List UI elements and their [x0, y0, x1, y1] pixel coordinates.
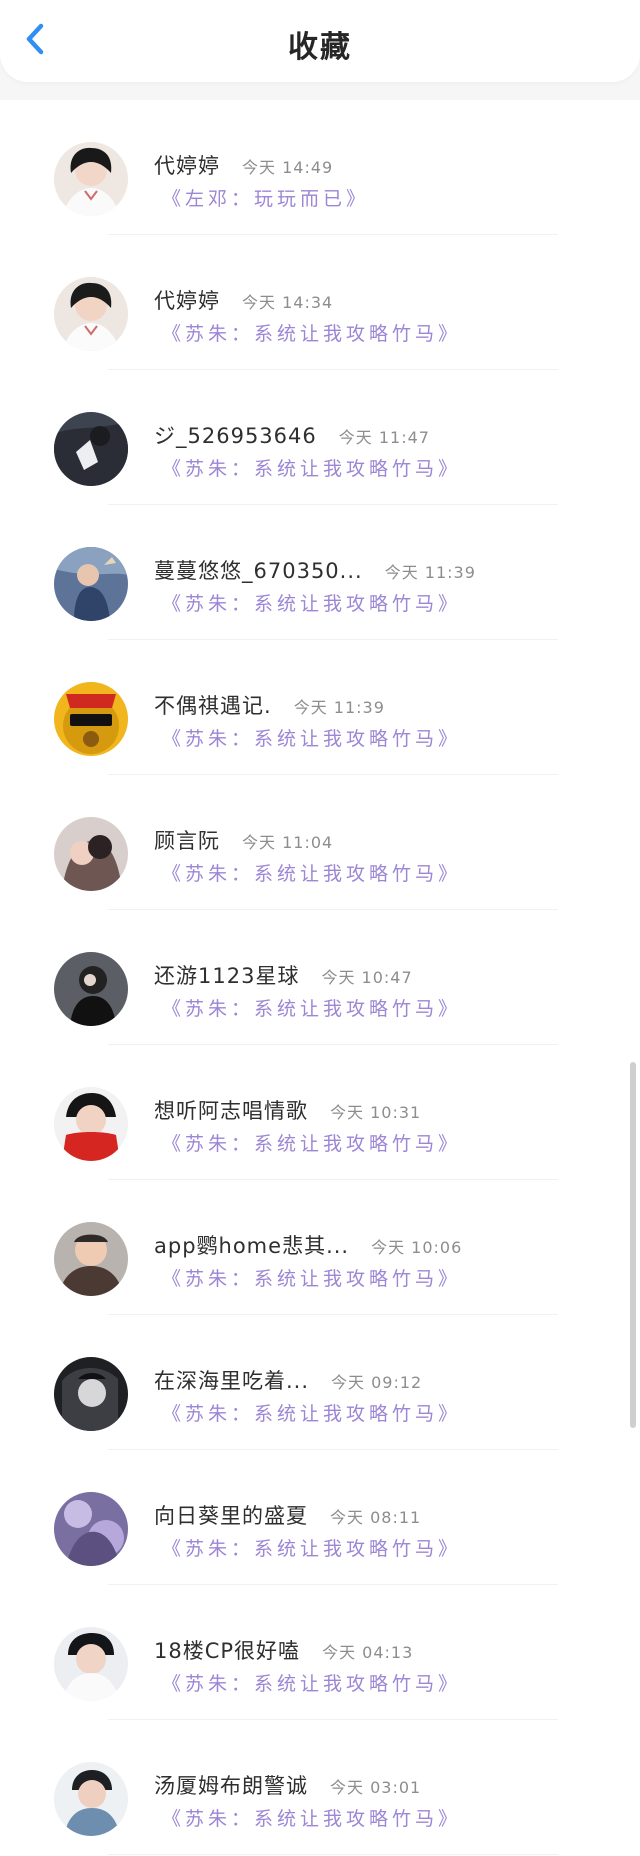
user-name: 汤厦姆布朗警诚 — [154, 1774, 308, 1798]
avatar[interactable] — [54, 1222, 128, 1296]
user-name: 在深海里吃着... — [154, 1369, 310, 1393]
avatar[interactable] — [54, 412, 128, 486]
timestamp: 今天 11:39 — [293, 698, 385, 717]
book-title[interactable]: 《苏朱：系统让我攻略竹马》 — [162, 454, 461, 481]
user-name: 向日葵里的盛夏 — [154, 1504, 308, 1528]
avatar[interactable] — [54, 1492, 128, 1566]
timestamp: 今天 14:34 — [242, 293, 334, 312]
list-item[interactable]: 18楼CP很好嗑 今天 04:13 《苏朱：系统让我攻略竹马》 — [0, 1585, 640, 1720]
book-title[interactable]: 《苏朱：系统让我攻略竹马》 — [162, 1804, 461, 1831]
list-item[interactable]: 还游1123星球 今天 10:47 《苏朱：系统让我攻略竹马》 — [0, 910, 640, 1045]
book-title[interactable]: 《苏朱：系统让我攻略竹马》 — [162, 589, 461, 616]
list-item[interactable]: 汤厦姆布朗警诚 今天 03:01 《苏朱：系统让我攻略竹马》 — [0, 1720, 640, 1855]
timestamp: 今天 04:13 — [322, 1643, 414, 1662]
avatar[interactable] — [54, 1762, 128, 1836]
avatar[interactable] — [54, 1357, 128, 1431]
list-item[interactable]: ジ_526953646 今天 11:47 《苏朱：系统让我攻略竹马》 — [0, 370, 640, 505]
book-title[interactable]: 《苏朱：系统让我攻略竹马》 — [162, 1669, 461, 1696]
favorites-list: 代婷婷 今天 14:49 《左邓：玩玩而已》 代婷婷 今天 14:34 《苏朱：… — [0, 100, 640, 1855]
user-name: 18楼CP很好嗑 — [154, 1639, 301, 1663]
user-name: 蔓蔓悠悠_670350... — [154, 559, 363, 583]
page-title: 收藏 — [288, 30, 352, 65]
list-item[interactable]: 代婷婷 今天 14:34 《苏朱：系统让我攻略竹马》 — [0, 235, 640, 370]
list-item[interactable]: 不偶祺遇记. 今天 11:39 《苏朱：系统让我攻略竹马》 — [0, 640, 640, 775]
user-name: app鹦home悲其... — [154, 1234, 350, 1258]
list-item[interactable]: 想听阿志唱情歌 今天 10:31 《苏朱：系统让我攻略竹马》 — [0, 1045, 640, 1180]
timestamp: 今天 08:11 — [330, 1508, 422, 1527]
timestamp: 今天 10:06 — [371, 1238, 463, 1257]
list-item[interactable]: 向日葵里的盛夏 今天 08:11 《苏朱：系统让我攻略竹马》 — [0, 1450, 640, 1585]
avatar[interactable] — [54, 682, 128, 756]
timestamp: 今天 11:47 — [338, 428, 430, 447]
header: 收藏 — [0, 0, 640, 82]
avatar[interactable] — [54, 547, 128, 621]
list-item[interactable]: 在深海里吃着... 今天 09:12 《苏朱：系统让我攻略竹马》 — [0, 1315, 640, 1450]
timestamp: 今天 11:39 — [384, 563, 476, 582]
user-name: 顾言阮 — [154, 829, 220, 853]
list-item[interactable]: 代婷婷 今天 14:49 《左邓：玩玩而已》 — [0, 100, 640, 235]
book-title[interactable]: 《苏朱：系统让我攻略竹马》 — [162, 319, 461, 346]
timestamp: 今天 14:49 — [242, 158, 334, 177]
book-title[interactable]: 《苏朱：系统让我攻略竹马》 — [162, 724, 461, 751]
timestamp: 今天 10:47 — [321, 968, 413, 987]
avatar[interactable] — [54, 142, 128, 216]
timestamp: 今天 10:31 — [330, 1103, 422, 1122]
user-name: 代婷婷 — [154, 289, 220, 313]
book-title[interactable]: 《苏朱：系统让我攻略竹马》 — [162, 859, 461, 886]
timestamp: 今天 03:01 — [330, 1778, 422, 1797]
user-name: 还游1123星球 — [154, 964, 300, 988]
user-name: 想听阿志唱情歌 — [154, 1099, 308, 1123]
list-item[interactable]: app鹦home悲其... 今天 10:06 《苏朱：系统让我攻略竹马》 — [0, 1180, 640, 1315]
avatar[interactable] — [54, 277, 128, 351]
book-title[interactable]: 《苏朱：系统让我攻略竹马》 — [162, 1129, 461, 1156]
book-title[interactable]: 《苏朱：系统让我攻略竹马》 — [162, 1399, 461, 1426]
list-item[interactable]: 蔓蔓悠悠_670350... 今天 11:39 《苏朱：系统让我攻略竹马》 — [0, 505, 640, 640]
favorites-page: 收藏 代婷婷 今天 14:49 《左邓：玩玩而已》 代婷婷 今天 14:34 《… — [0, 0, 640, 1856]
avatar[interactable] — [54, 952, 128, 1026]
list-item[interactable]: 顾言阮 今天 11:04 《苏朱：系统让我攻略竹马》 — [0, 775, 640, 910]
user-name: 不偶祺遇记. — [154, 694, 272, 718]
timestamp: 今天 11:04 — [242, 833, 334, 852]
avatar[interactable] — [54, 817, 128, 891]
vertical-scrollbar[interactable] — [630, 1062, 636, 1428]
user-name: 代婷婷 — [154, 154, 220, 178]
avatar[interactable] — [54, 1087, 128, 1161]
book-title[interactable]: 《苏朱：系统让我攻略竹马》 — [162, 994, 461, 1021]
book-title[interactable]: 《苏朱：系统让我攻略竹马》 — [162, 1264, 461, 1291]
divider — [108, 1854, 558, 1855]
avatar[interactable] — [54, 1627, 128, 1701]
user-name: ジ_526953646 — [154, 424, 317, 448]
book-title[interactable]: 《苏朱：系统让我攻略竹马》 — [162, 1534, 461, 1561]
book-title[interactable]: 《左邓：玩玩而已》 — [162, 184, 369, 211]
timestamp: 今天 09:12 — [331, 1373, 423, 1392]
